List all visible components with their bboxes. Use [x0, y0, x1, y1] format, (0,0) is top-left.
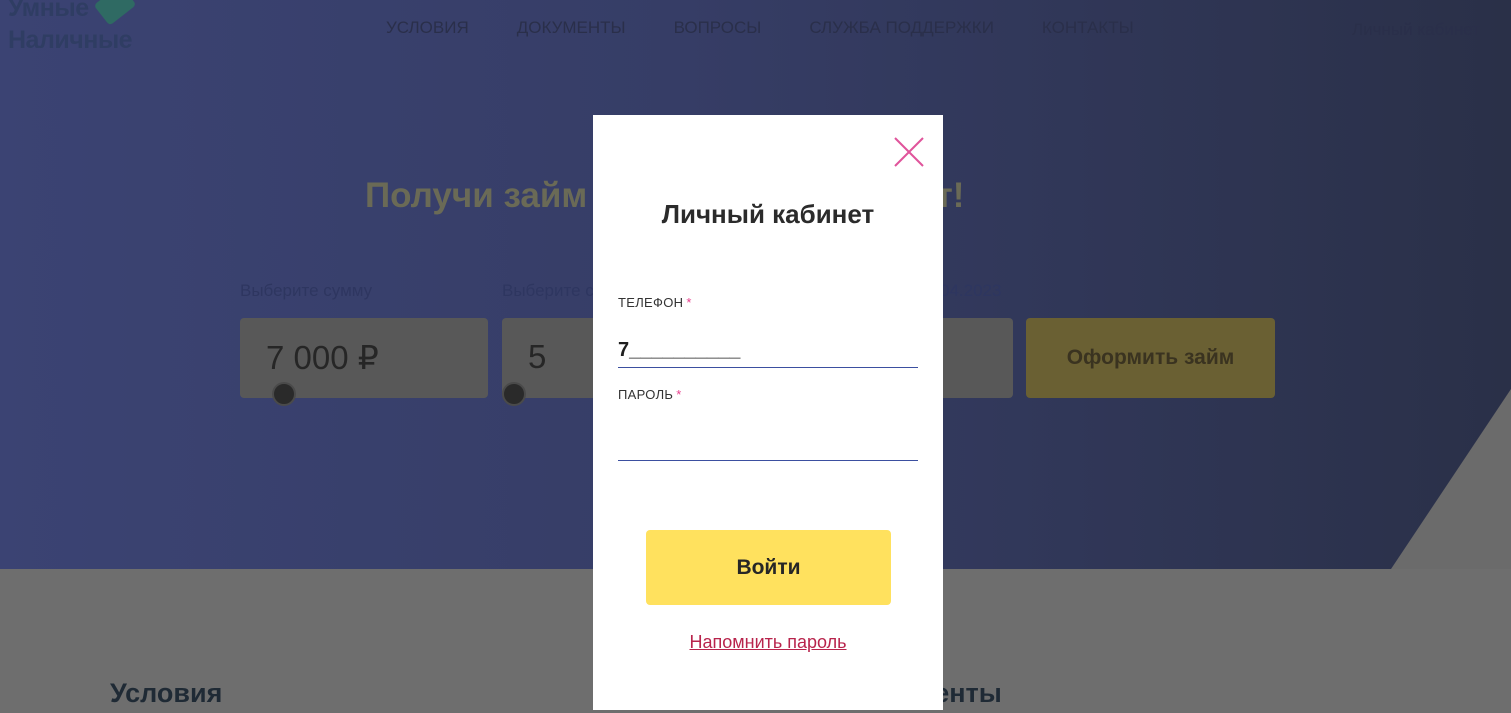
password-label-text: ПАРОЛЬ [618, 387, 674, 402]
close-icon[interactable] [893, 136, 925, 168]
phone-label: ТЕЛЕФОН * [618, 295, 692, 310]
password-input[interactable] [618, 427, 918, 461]
required-mark: * [686, 295, 692, 310]
phone-input[interactable] [618, 334, 918, 368]
password-label: ПАРОЛЬ * [618, 387, 682, 402]
remind-password-link[interactable]: Напомнить пароль [593, 632, 943, 653]
phone-label-text: ТЕЛЕФОН [618, 295, 684, 310]
required-mark: * [676, 387, 682, 402]
login-button[interactable]: Войти [646, 530, 891, 605]
login-modal: Личный кабинет ТЕЛЕФОН* ПАРОЛЬ* Войти На… [593, 115, 943, 710]
modal-title: Личный кабинет [661, 199, 875, 229]
